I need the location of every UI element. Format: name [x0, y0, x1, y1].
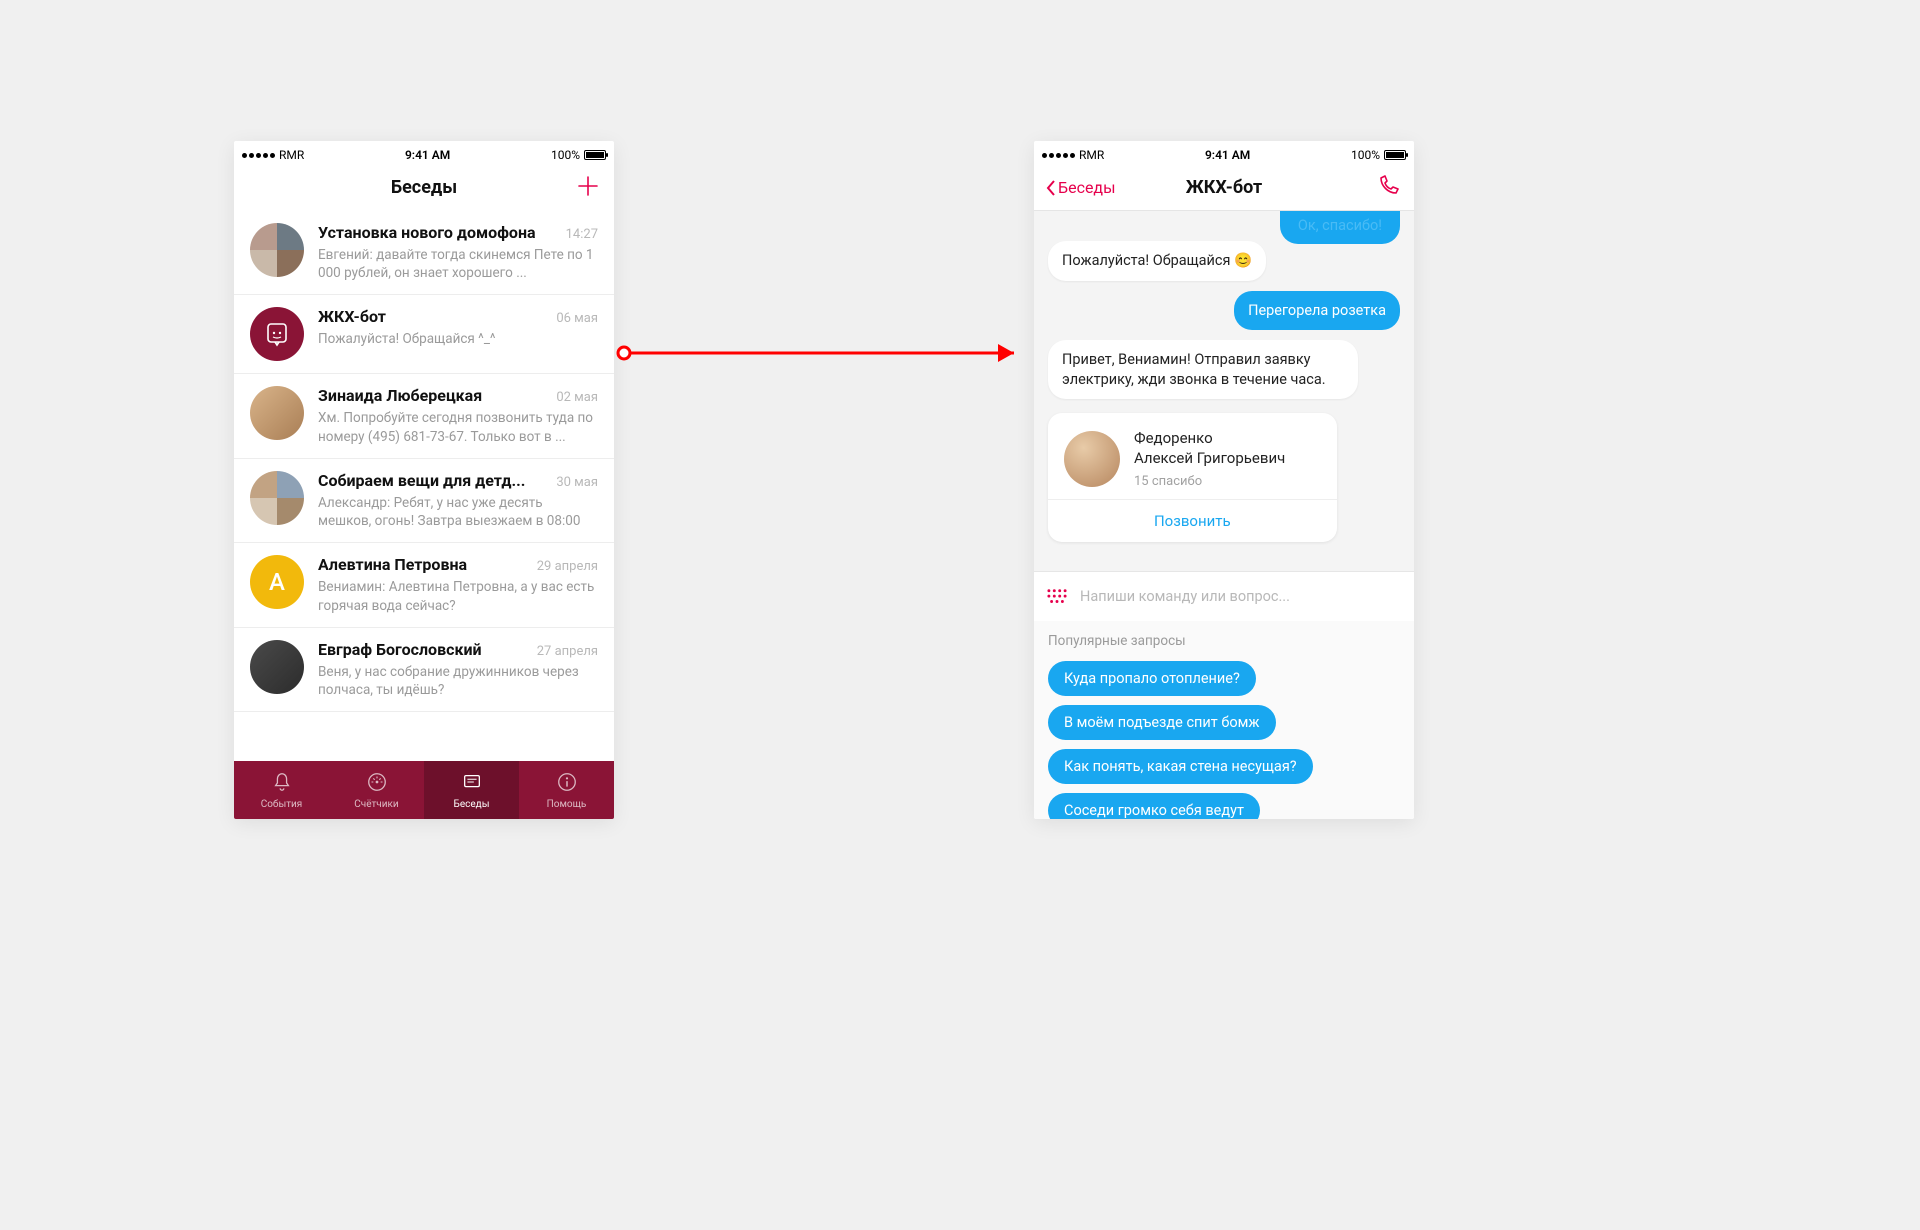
phone-chat: RMR 9:41 AM 100% Беседы ЖКХ-бот Ок, спас…	[1034, 141, 1414, 819]
carrier-label: RMR	[1079, 148, 1104, 162]
chat-input[interactable]: Напиши команду или вопрос...	[1080, 588, 1290, 605]
avatar	[250, 386, 304, 440]
add-conversation-button[interactable]	[576, 174, 600, 202]
battery-icon	[1384, 150, 1406, 160]
list-item[interactable]: Установка нового домофона 14:27 Евгений: д…	[234, 211, 614, 295]
nav-bar: Беседы ЖКХ-бот	[1034, 165, 1414, 211]
conversation-date: 29 апреля	[537, 559, 598, 574]
signal-dots-icon	[242, 153, 275, 158]
plus-icon	[576, 174, 600, 198]
avatar	[250, 640, 304, 694]
tab-label: События	[261, 799, 303, 810]
phone-conversations: RMR 9:41 AM 100% Беседы Установка нового…	[234, 141, 614, 819]
suggestion-pill[interactable]: Куда пропало отопление?	[1048, 661, 1256, 696]
nav-bar: Беседы	[234, 165, 614, 211]
suggestion-pill[interactable]: Соседи громко себя ведут	[1048, 793, 1260, 819]
suggestions-list: Куда пропало отопление? В моём подъезде с…	[1048, 661, 1400, 819]
back-label: Беседы	[1058, 178, 1116, 197]
tab-bell[interactable]: События	[234, 761, 329, 819]
suggestion-pill[interactable]: В моём подъезде спит бомж	[1048, 705, 1276, 740]
list-item[interactable]: Евграф Богословский 27 апреля Веня, у нас …	[234, 628, 614, 712]
conversation-preview: Вениамин: Алевтина Петровна, а у вас ест…	[318, 578, 598, 614]
avatar	[250, 307, 304, 361]
avatar	[250, 223, 304, 277]
meter-icon	[366, 771, 388, 796]
suggestion-pill[interactable]: Как понять, какая стена несущая?	[1048, 749, 1313, 784]
battery-percent: 100%	[551, 148, 580, 162]
suggestions-title: Популярные запросы	[1048, 633, 1400, 649]
conversation-date: 06 мая	[556, 311, 598, 326]
navigation-arrow-icon	[614, 333, 1034, 373]
tab-meter[interactable]: Счётчики	[329, 761, 424, 819]
tab-bar: События Счётчики Беседы Помощь	[234, 761, 614, 819]
conversation-preview: Пожалуйста! Обращайся ^_^	[318, 330, 598, 348]
signal-dots-icon	[1042, 153, 1075, 158]
bell-icon	[271, 771, 293, 796]
conversation-title: Евграф Богословский	[318, 640, 482, 659]
battery-percent: 100%	[1351, 148, 1380, 162]
tab-label: Счётчики	[354, 799, 398, 810]
list-item[interactable]: Зинаида Люберецкая 02 мая Хм. Попробуйте с…	[234, 374, 614, 458]
tab-info[interactable]: Помощь	[519, 761, 614, 819]
suggestions-panel: Популярные запросы Куда пропало отоплени…	[1034, 621, 1414, 819]
nav-title: ЖКХ-бот	[1186, 177, 1262, 198]
conversation-title: Алевтина Петровна	[318, 555, 467, 574]
list-item[interactable]: А Алевтина Петровна 29 апреля Вениамин: Але…	[234, 543, 614, 627]
call-button[interactable]	[1376, 174, 1400, 202]
chat-icon	[461, 771, 483, 796]
contact-call-button[interactable]: Позвонить	[1048, 499, 1337, 542]
conversation-date: 30 мая	[556, 475, 598, 490]
info-icon	[556, 771, 578, 796]
nav-title: Беседы	[391, 177, 457, 198]
chevron-left-icon	[1046, 180, 1056, 196]
tab-chat[interactable]: Беседы	[424, 761, 519, 819]
battery-icon	[584, 150, 606, 160]
chat-body[interactable]: Ок, спасибо! Пожалуйста! Обращайся 😊 Пер…	[1034, 211, 1414, 571]
contact-sub: 15 спасибо	[1134, 474, 1285, 489]
conversation-date: 02 мая	[556, 390, 598, 405]
avatar	[1064, 431, 1120, 487]
conversation-list: Установка нового домофона 14:27 Евгений: д…	[234, 211, 614, 712]
carrier-label: RMR	[279, 148, 304, 162]
conversation-preview: Веня, у нас собрание дружинников через п…	[318, 663, 598, 699]
status-time: 9:41 AM	[405, 148, 450, 162]
status-time: 9:41 AM	[1205, 148, 1250, 162]
conversation-date: 14:27	[566, 227, 598, 242]
back-button[interactable]: Беседы	[1046, 178, 1116, 197]
message-in: Привет, Вениамин! Отправил заявку электр…	[1048, 340, 1358, 399]
phone-icon	[1376, 174, 1400, 198]
status-bar: RMR 9:41 AM 100%	[1034, 141, 1414, 165]
conversation-preview: Хм. Попробуйте сегодня позвонить туда по…	[318, 409, 598, 445]
tab-label: Беседы	[454, 799, 490, 810]
message-out: Перегорела розетка	[1234, 291, 1400, 331]
message-out-partial: Ок, спасибо!	[1280, 211, 1400, 244]
list-item[interactable]: Собираем вещи для детд... 30 мая Александр…	[234, 459, 614, 543]
avatar	[250, 471, 304, 525]
conversation-preview: Александр: Ребят, у нас уже десять мешко…	[318, 494, 598, 530]
conversation-title: Зинаида Люберецкая	[318, 386, 482, 405]
tab-label: Помощь	[547, 799, 587, 810]
conversation-title: Собираем вещи для детд...	[318, 471, 525, 490]
avatar: А	[250, 555, 304, 609]
contact-name-line2: Алексей Григорьевич	[1134, 449, 1285, 467]
contact-card: ФедоренкоАлексей Григорьевич 15 спасибо …	[1048, 413, 1337, 542]
conversation-title: ЖКХ-бот	[318, 307, 386, 326]
chat-input-row: Напиши команду или вопрос...	[1034, 571, 1414, 621]
contact-name-line1: Федоренко	[1134, 429, 1213, 447]
keyboard-grid-icon[interactable]	[1046, 588, 1068, 606]
list-item[interactable]: ЖКХ-бот 06 мая Пожалуйста! Обращайся ^_^	[234, 295, 614, 374]
conversation-title: Установка нового домофона	[318, 223, 536, 242]
conversation-date: 27 апреля	[537, 644, 598, 659]
conversation-preview: Евгений: давайте тогда скинемся Пете по …	[318, 246, 598, 282]
status-bar: RMR 9:41 AM 100%	[234, 141, 614, 165]
message-in: Пожалуйста! Обращайся 😊	[1048, 241, 1266, 281]
